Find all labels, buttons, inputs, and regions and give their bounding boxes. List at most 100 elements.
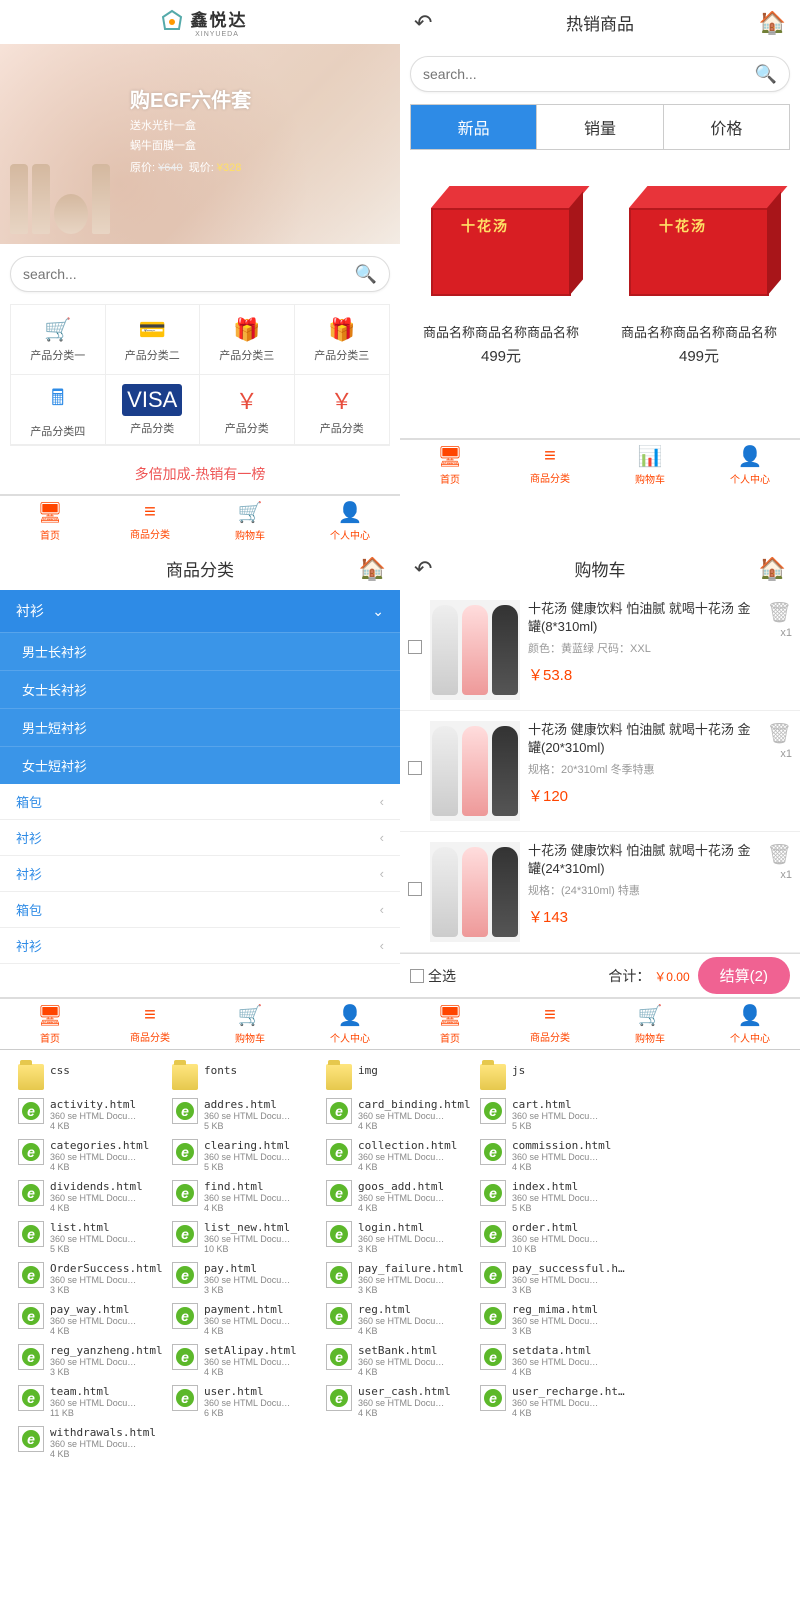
tab-user[interactable]: 👤个人中心 (700, 440, 800, 490)
back-icon[interactable]: ↶ (414, 10, 432, 36)
category-expanded[interactable]: 衬衫 ⌄ (0, 590, 400, 632)
file-item[interactable]: card_binding.html360 se HTML Docu…4 KB (326, 1098, 476, 1131)
item-checkbox[interactable] (408, 761, 422, 775)
file-item[interactable]: user_recharge.html360 se HTML Docu…4 KB (480, 1385, 630, 1418)
category-item[interactable]: ￥产品分类 (295, 375, 390, 445)
file-item[interactable]: list_new.html360 se HTML Docu…10 KB (172, 1221, 322, 1254)
delete-icon[interactable]: 🗑 (767, 721, 792, 746)
file-item[interactable]: setdata.html360 se HTML Docu…4 KB (480, 1344, 630, 1377)
file-item[interactable]: list.html360 se HTML Docu…5 KB (18, 1221, 168, 1254)
folder-icon (18, 1064, 44, 1090)
file-item[interactable]: commission.html360 se HTML Docu…4 KB (480, 1139, 630, 1172)
file-item[interactable]: cart.html360 se HTML Docu…5 KB (480, 1098, 630, 1131)
tab-category[interactable]: ≡商品分类 (500, 999, 600, 1049)
search-icon[interactable]: 🔍 (755, 64, 777, 85)
item-image[interactable] (430, 842, 520, 942)
folder-item[interactable]: img (326, 1064, 476, 1090)
select-all-checkbox[interactable] (410, 969, 424, 983)
file-item[interactable]: pay_way.html360 se HTML Docu…4 KB (18, 1303, 168, 1336)
tab-category[interactable]: ≡商品分类 (100, 496, 200, 546)
file-item[interactable]: OrderSuccess.html360 se HTML Docu…3 KB (18, 1262, 168, 1295)
tab-home[interactable]: 🖥首页 (400, 999, 500, 1049)
file-item[interactable]: reg_yanzheng.html360 se HTML Docu…3 KB (18, 1344, 168, 1377)
tab-user[interactable]: 👤个人中心 (700, 999, 800, 1049)
item-checkbox[interactable] (408, 882, 422, 896)
category-item[interactable]: 🖩产品分类四 (11, 375, 106, 445)
category-link[interactable]: 箱包‹ (0, 784, 400, 820)
folder-item[interactable]: css (18, 1064, 168, 1090)
file-item[interactable]: setBank.html360 se HTML Docu…4 KB (326, 1344, 476, 1377)
file-item[interactable]: order.html360 se HTML Docu…10 KB (480, 1221, 630, 1254)
folder-item[interactable]: js (480, 1064, 630, 1090)
sort-tab[interactable]: 销量 (537, 105, 663, 149)
search-bar[interactable]: 🔍 (410, 56, 790, 92)
file-item[interactable]: user.html360 se HTML Docu…6 KB (172, 1385, 322, 1418)
file-item[interactable]: reg_mima.html360 se HTML Docu…3 KB (480, 1303, 630, 1336)
category-sub[interactable]: 女士长衬衫 (0, 670, 400, 708)
folder-item[interactable]: fonts (172, 1064, 322, 1090)
file-item[interactable]: pay.html360 se HTML Docu…3 KB (172, 1262, 322, 1295)
file-item[interactable]: setAlipay.html360 se HTML Docu…4 KB (172, 1344, 322, 1377)
checkout-button[interactable]: 结算(2) (698, 957, 790, 994)
banner-image[interactable]: 购EGF六件套 送水光针一盒 蜗牛面膜一盒 原价: ¥640 现价: ¥328 (0, 44, 400, 244)
tab-home[interactable]: 🖥首页 (400, 440, 500, 490)
home-icon[interactable]: 🏠 (759, 10, 786, 36)
tab-cart[interactable]: 🛒购物车 (200, 496, 300, 546)
file-item[interactable]: login.html360 se HTML Docu…3 KB (326, 1221, 476, 1254)
file-item[interactable]: clearing.html360 se HTML Docu…5 KB (172, 1139, 322, 1172)
tab-home[interactable]: 🖥首页 (0, 496, 100, 546)
tab-cart[interactable]: 🛒购物车 (600, 999, 700, 1049)
category-item[interactable]: 🎁产品分类三 (200, 305, 295, 375)
category-item[interactable]: 💳产品分类二 (106, 305, 201, 375)
item-checkbox[interactable] (408, 640, 422, 654)
tab-cart[interactable]: 📊购物车 (600, 440, 700, 490)
file-item[interactable]: addres.html360 se HTML Docu…5 KB (172, 1098, 322, 1131)
item-image[interactable] (430, 600, 520, 700)
category-link[interactable]: 衬衫‹ (0, 820, 400, 856)
tab-category[interactable]: ≡商品分类 (100, 999, 200, 1049)
file-item[interactable]: reg.html360 se HTML Docu…4 KB (326, 1303, 476, 1336)
file-item[interactable]: find.html360 se HTML Docu…4 KB (172, 1180, 322, 1213)
file-item[interactable]: collection.html360 se HTML Docu…4 KB (326, 1139, 476, 1172)
tab-cart[interactable]: 🛒购物车 (200, 999, 300, 1049)
category-link[interactable]: 衬衫‹ (0, 856, 400, 892)
search-input[interactable] (423, 66, 755, 82)
tab-home[interactable]: 🖥首页 (0, 999, 100, 1049)
product-card[interactable]: 十花汤商品名称商品名称商品名称499元 (604, 166, 794, 366)
file-item[interactable]: withdrawals.html360 se HTML Docu…4 KB (18, 1426, 168, 1459)
file-item[interactable]: team.html360 se HTML Docu…11 KB (18, 1385, 168, 1418)
category-link[interactable]: 箱包‹ (0, 892, 400, 928)
home-icon[interactable]: 🏠 (759, 556, 786, 582)
category-item[interactable]: 🛒产品分类一 (11, 305, 106, 375)
delete-icon[interactable]: 🗑 (767, 600, 792, 625)
sort-tab[interactable]: 新品 (411, 105, 537, 149)
tab-user[interactable]: 👤个人中心 (300, 496, 400, 546)
tab-category[interactable]: ≡商品分类 (500, 440, 600, 490)
file-item[interactable]: dividends.html360 se HTML Docu…4 KB (18, 1180, 168, 1213)
file-item[interactable]: payment.html360 se HTML Docu…4 KB (172, 1303, 322, 1336)
tab-user[interactable]: 👤个人中心 (300, 999, 400, 1049)
search-bar[interactable]: 🔍 (10, 256, 390, 292)
search-icon[interactable]: 🔍 (355, 264, 377, 285)
category-item[interactable]: 🎁产品分类三 (295, 305, 390, 375)
file-item[interactable]: categories.html360 se HTML Docu…4 KB (18, 1139, 168, 1172)
item-image[interactable] (430, 721, 520, 821)
back-icon[interactable]: ↶ (414, 556, 432, 582)
delete-icon[interactable]: 🗑 (767, 842, 792, 867)
category-item[interactable]: VISA产品分类 (106, 375, 201, 445)
file-item[interactable]: pay_successful.html360 se HTML Docu…3 KB (480, 1262, 630, 1295)
file-item[interactable]: goos_add.html360 se HTML Docu…4 KB (326, 1180, 476, 1213)
search-input[interactable] (23, 266, 355, 282)
sort-tab[interactable]: 价格 (664, 105, 789, 149)
file-item[interactable]: user_cash.html360 se HTML Docu…4 KB (326, 1385, 476, 1418)
file-item[interactable]: index.html360 se HTML Docu…5 KB (480, 1180, 630, 1213)
home-icon[interactable]: 🏠 (359, 556, 386, 582)
category-sub[interactable]: 男士长衬衫 (0, 632, 400, 670)
file-item[interactable]: pay_failure.html360 se HTML Docu…3 KB (326, 1262, 476, 1295)
category-sub[interactable]: 女士短衬衫 (0, 746, 400, 784)
category-link[interactable]: 衬衫‹ (0, 928, 400, 964)
category-item[interactable]: ￥产品分类 (200, 375, 295, 445)
product-card[interactable]: 十花汤商品名称商品名称商品名称499元 (406, 166, 596, 366)
file-item[interactable]: activity.html360 se HTML Docu…4 KB (18, 1098, 168, 1131)
category-sub[interactable]: 男士短衬衫 (0, 708, 400, 746)
